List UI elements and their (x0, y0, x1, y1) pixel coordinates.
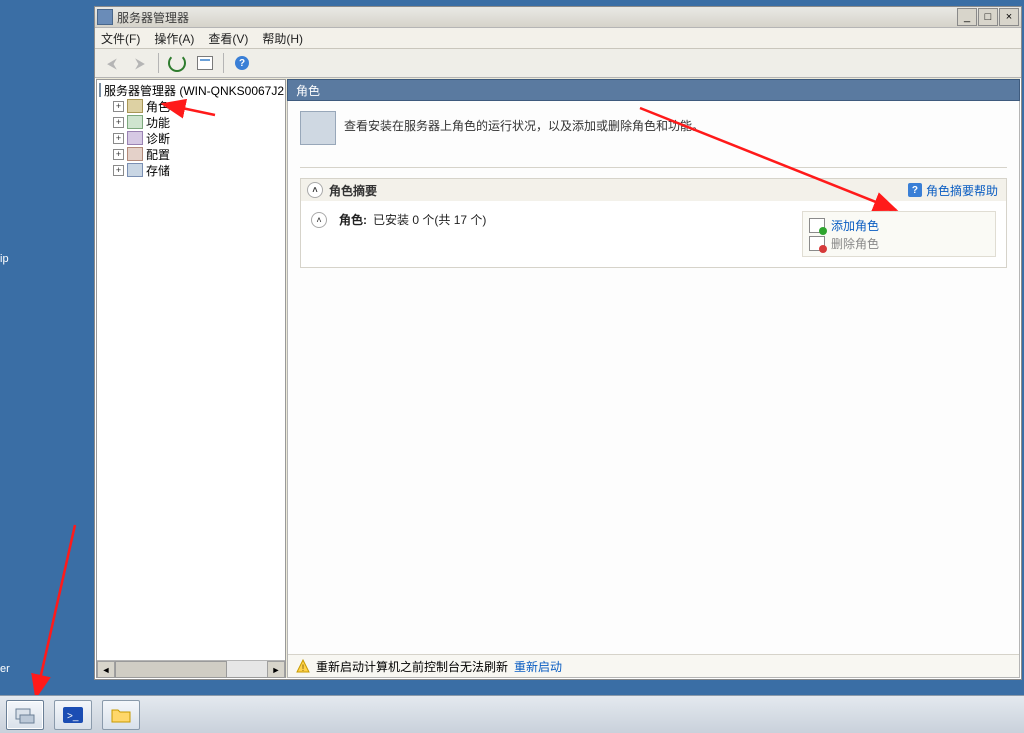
add-role-link[interactable]: 添加角色 (831, 217, 879, 234)
status-text: 重新启动计算机之前控制台无法刷新 (316, 658, 508, 675)
scroll-right-button[interactable]: ► (267, 661, 285, 678)
roles-status: 已安装 0 个(共 17 个) (373, 211, 486, 228)
add-role-icon (809, 218, 825, 233)
restart-link[interactable]: 重新启动 (514, 658, 562, 675)
tree-label: 存储 (146, 162, 170, 179)
tree-item-storage[interactable]: + 存储 (113, 162, 283, 178)
collapse-button[interactable]: ˄ (307, 182, 323, 198)
window-title: 服务器管理器 (117, 9, 956, 26)
intro-text: 查看安装在服务器上角色的运行状况，以及添加或删除角色和功能。 (344, 111, 704, 134)
expand-icon[interactable]: + (113, 133, 124, 144)
tree-root[interactable]: 服务器管理器 (WIN-QNKS0067J2 (99, 82, 283, 98)
server-icon (99, 83, 101, 97)
horizontal-scrollbar[interactable]: ◄ ► (97, 660, 285, 677)
server-manager-window: 服务器管理器 _ □ × 文件(F) 操作(A) 查看(V) 帮助(H) ⮜ ⮞… (94, 6, 1022, 680)
summary-help-text: 角色摘要帮助 (926, 182, 998, 199)
roles-large-icon (300, 111, 336, 145)
remove-role-icon (809, 236, 825, 251)
expand-icon[interactable]: + (113, 117, 124, 128)
scroll-left-button[interactable]: ◄ (97, 661, 115, 678)
titlebar[interactable]: 服务器管理器 _ □ × (95, 7, 1021, 28)
tree-root-label: 服务器管理器 (WIN-QNKS0067J2 (104, 82, 284, 99)
expand-icon[interactable]: + (113, 165, 124, 176)
back-button[interactable]: ⮜ (99, 51, 125, 75)
status-bar: ! 重新启动计算机之前控制台无法刷新 重新启动 (288, 654, 1019, 677)
powershell-icon: >_ (62, 705, 84, 725)
arrow-left-icon: ⮜ (107, 55, 117, 72)
app-icon (97, 9, 113, 25)
refresh-icon (168, 54, 186, 72)
forward-button[interactable]: ⮞ (127, 51, 153, 75)
menu-help[interactable]: 帮助(H) (262, 30, 303, 47)
add-role-action[interactable]: 添加角色 (809, 216, 989, 234)
expand-icon[interactable]: + (113, 149, 124, 160)
minimize-button[interactable]: _ (957, 8, 977, 26)
tree-label: 角色 (146, 98, 170, 115)
content-body: 查看安装在服务器上角色的运行状况，以及添加或删除角色和功能。 ˄ 角色摘要 ? … (287, 101, 1020, 678)
server-manager-icon (14, 705, 36, 725)
tree-label: 配置 (146, 146, 170, 163)
actions-box: 添加角色 删除角色 (802, 211, 996, 257)
desktop-label: ip (0, 253, 9, 265)
role-summary-panel: ˄ 角色摘要 ? 角色摘要帮助 ˄ 角色: (300, 178, 1007, 268)
svg-text:!: ! (302, 663, 305, 673)
arrow-right-icon: ⮞ (135, 55, 145, 72)
tree-item-diagnostics[interactable]: + 诊断 (113, 130, 283, 146)
taskbar[interactable]: >_ (0, 695, 1024, 733)
summary-help-link[interactable]: ? 角色摘要帮助 (908, 182, 998, 199)
scroll-thumb[interactable] (115, 661, 227, 678)
diagnostics-icon (127, 131, 143, 145)
expand-icon[interactable]: + (113, 101, 124, 112)
menu-view[interactable]: 查看(V) (208, 30, 248, 47)
close-button[interactable]: × (999, 8, 1019, 26)
menu-file[interactable]: 文件(F) (101, 30, 140, 47)
menu-bar: 文件(F) 操作(A) 查看(V) 帮助(H) (95, 28, 1021, 49)
tree-item-roles[interactable]: + 角色 (113, 98, 283, 114)
taskbar-server-manager[interactable] (6, 700, 44, 730)
navigation-tree: 服务器管理器 (WIN-QNKS0067J2 + 角色 + 功能 + 诊断 + 配置 +… (96, 79, 286, 678)
tree-item-features[interactable]: + 功能 (113, 114, 283, 130)
configuration-icon (127, 147, 143, 161)
storage-icon (127, 163, 143, 177)
properties-icon (197, 56, 213, 70)
remove-role-action[interactable]: 删除角色 (809, 234, 989, 252)
taskbar-powershell[interactable]: >_ (54, 700, 92, 730)
remove-role-link[interactable]: 删除角色 (831, 235, 879, 252)
collapse-button[interactable]: ˄ (311, 212, 327, 228)
menu-action[interactable]: 操作(A) (154, 30, 194, 47)
help-button[interactable]: ? (229, 51, 255, 75)
feature-icon (127, 115, 143, 129)
warning-icon: ! (296, 659, 310, 673)
tree-label: 功能 (146, 114, 170, 131)
content-header: 角色 (287, 79, 1020, 101)
folder-icon (110, 705, 132, 725)
help-icon: ? (235, 56, 249, 70)
tree-item-configuration[interactable]: + 配置 (113, 146, 283, 162)
tree-label: 诊断 (146, 130, 170, 147)
toolbar: ⮜ ⮞ ? (95, 49, 1021, 78)
refresh-button[interactable] (164, 51, 190, 75)
maximize-button[interactable]: □ (978, 8, 998, 26)
help-badge-icon: ? (908, 183, 922, 197)
roles-subtitle: 角色: (339, 211, 367, 228)
desktop-label: er (0, 663, 10, 675)
scroll-track[interactable] (115, 661, 267, 677)
taskbar-explorer[interactable] (102, 700, 140, 730)
role-icon (127, 99, 143, 113)
properties-button[interactable] (192, 51, 218, 75)
svg-text:>_: >_ (67, 711, 79, 722)
panel-title: 角色摘要 (329, 182, 377, 199)
